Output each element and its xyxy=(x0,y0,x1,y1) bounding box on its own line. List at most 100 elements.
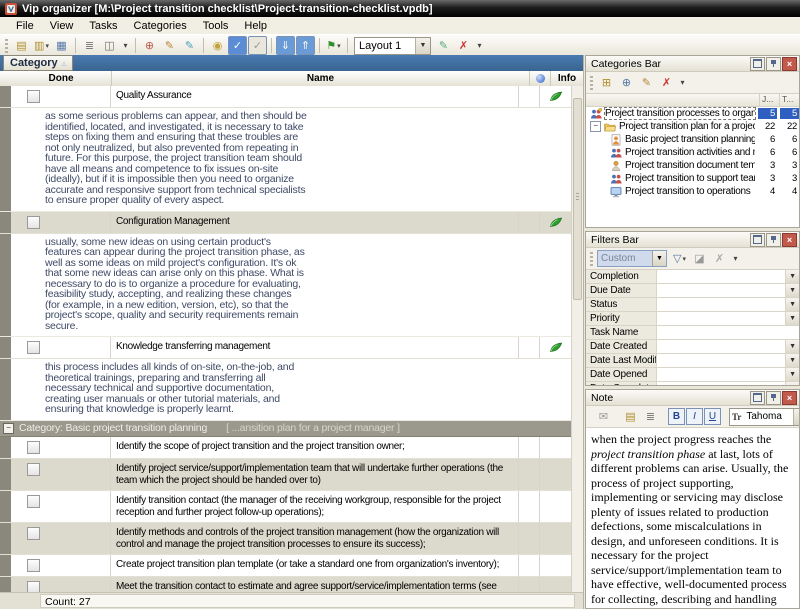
save-file-button[interactable]: ▦ xyxy=(52,36,71,55)
filters-bar-titlebar[interactable]: Filters Bar × xyxy=(586,232,799,248)
menu-view[interactable]: View xyxy=(42,19,82,33)
note-flag-icon[interactable] xyxy=(549,216,563,233)
new-file-button[interactable]: ▤ xyxy=(12,36,31,55)
filter-value-date-opened[interactable] xyxy=(657,368,785,381)
check-task-button[interactable]: ✓ xyxy=(228,36,247,55)
note-close-button[interactable]: × xyxy=(782,391,797,405)
category-tree-item[interactable]: Project transition to support team33 xyxy=(586,172,799,185)
task-checkbox[interactable] xyxy=(27,495,40,508)
note-pin-button[interactable] xyxy=(766,391,781,405)
category-tree-item[interactable]: Project transition to operations44 xyxy=(586,185,799,198)
underline-button[interactable]: U xyxy=(704,408,721,425)
filter-preset-combo[interactable]: Custom ▼ xyxy=(597,250,667,267)
categories-pin-button[interactable] xyxy=(766,57,781,71)
bold-button[interactable]: B xyxy=(668,408,685,425)
task-checkbox[interactable] xyxy=(27,463,40,476)
layout-combo[interactable]: Layout 1▼ xyxy=(354,37,431,55)
new-subcategory-button[interactable]: ⊕ xyxy=(617,73,636,92)
note-flag-icon[interactable] xyxy=(549,90,563,107)
collapse-icon[interactable]: − xyxy=(3,423,14,434)
toolbar-overflow-1[interactable]: ▾ xyxy=(120,36,131,55)
filter-dropdown-due-date[interactable]: ▼ xyxy=(785,284,799,297)
task-row[interactable]: Quality Assurance xyxy=(0,86,572,108)
filter-value-due-date[interactable] xyxy=(657,284,785,297)
task-row[interactable]: Configuration Management xyxy=(0,212,572,234)
task-checkbox[interactable] xyxy=(27,341,40,354)
filter-value-priority[interactable] xyxy=(657,312,785,325)
task-checkbox[interactable] xyxy=(27,527,40,540)
categories-bar-titlebar[interactable]: Categories Bar × xyxy=(586,56,799,72)
task-row[interactable]: Identify project service/support/impleme… xyxy=(0,459,572,491)
category-tree-item[interactable]: Basic project transition planning66 xyxy=(586,133,799,146)
delete-filter-button[interactable]: ✗ xyxy=(710,249,729,268)
category-tree-item[interactable]: Project transition document templates33 xyxy=(586,159,799,172)
categories-position-button[interactable] xyxy=(750,57,765,71)
attach-note-button[interactable]: ✉ xyxy=(594,407,613,426)
task-checkbox[interactable] xyxy=(27,441,40,454)
task-note-row[interactable]: this process includes all kinds of on-si… xyxy=(0,359,572,421)
filters-toolbar-overflow[interactable]: ▾ xyxy=(730,249,741,268)
font-combo[interactable]: Tr Tahoma ▼ xyxy=(729,408,800,426)
print-note-button[interactable]: ≣ xyxy=(641,407,660,426)
delete-category-button[interactable]: ✗ xyxy=(657,73,676,92)
filters-close-button[interactable]: × xyxy=(782,233,797,247)
new-task-button[interactable]: ⊕ xyxy=(140,36,159,55)
new-category-button[interactable]: ⊞ xyxy=(597,73,616,92)
category-group-header[interactable]: −Category: Basic project transition plan… xyxy=(0,421,572,437)
task-row[interactable]: Identify transition contact (the manager… xyxy=(0,491,572,523)
filters-position-button[interactable] xyxy=(750,233,765,247)
menu-file[interactable]: File xyxy=(8,19,42,33)
task-note-row[interactable]: as some serious problems can appear, and… xyxy=(0,108,572,212)
filter-dropdown-status[interactable]: ▼ xyxy=(785,298,799,311)
column-header-name[interactable]: Name xyxy=(112,71,530,86)
filter-dropdown-date-opened[interactable]: ▼ xyxy=(785,368,799,381)
filter-dropdown-date-created[interactable]: ▼ xyxy=(785,340,799,353)
group-by-category-chip[interactable]: Category ▵ xyxy=(3,55,73,71)
task-row[interactable]: Create project transition plan template … xyxy=(0,555,572,577)
task-row[interactable]: Knowledge transferring management xyxy=(0,337,572,359)
category-tree-item[interactable]: −Project transition plan for a project m… xyxy=(586,120,799,133)
categories-column-1[interactable]: J... xyxy=(759,94,779,106)
layout-combo-dropdown-icon[interactable]: ▼ xyxy=(415,38,430,54)
collapse-all-button[interactable]: ⇑ xyxy=(296,36,315,55)
expand-all-button[interactable]: ⇓ xyxy=(276,36,295,55)
uncheck-task-button[interactable]: ✓ xyxy=(248,36,267,55)
categories-toolbar-overflow[interactable]: ▾ xyxy=(677,73,688,92)
filter-dropdown-completion[interactable]: ▼ xyxy=(785,270,799,283)
clear-filter-button[interactable]: ◪ xyxy=(690,249,709,268)
window-titlebar[interactable]: Vip organizer [M:\Project transition che… xyxy=(0,0,800,17)
italic-button[interactable]: I xyxy=(686,408,703,425)
notes-button[interactable]: ⚑▾ xyxy=(324,36,343,55)
task-checkbox[interactable] xyxy=(27,559,40,572)
categories-close-button[interactable]: × xyxy=(782,57,797,71)
filter-value-status[interactable] xyxy=(657,298,785,311)
menu-categories[interactable]: Categories xyxy=(126,19,195,33)
note-editor[interactable]: when the project progress reaches the pr… xyxy=(586,428,799,608)
categories-column-2[interactable]: T... xyxy=(779,94,799,106)
category-tree-item[interactable]: Project transition activities and matter… xyxy=(586,146,799,159)
task-checkbox[interactable] xyxy=(27,90,40,103)
filter-value-date-last-modifi[interactable] xyxy=(657,354,785,367)
edit-task-button[interactable]: ✎ xyxy=(160,36,179,55)
note-position-button[interactable] xyxy=(750,391,765,405)
task-checkbox[interactable] xyxy=(27,216,40,229)
filter-preset-dropdown-icon[interactable]: ▼ xyxy=(652,251,666,266)
print-button[interactable]: ≣ xyxy=(80,36,99,55)
filter-dropdown-priority[interactable]: ▼ xyxy=(785,312,799,325)
note-titlebar[interactable]: Note × xyxy=(586,390,799,406)
grid-scrollbar-thumb[interactable] xyxy=(573,98,582,300)
task-row[interactable]: Identify the scope of project transition… xyxy=(0,437,572,459)
toolbar-overflow-2[interactable]: ▾ xyxy=(474,36,485,55)
filter-value-completion[interactable] xyxy=(657,270,785,283)
note-flag-icon[interactable] xyxy=(549,341,563,358)
menu-help[interactable]: Help xyxy=(236,19,275,33)
menu-tasks[interactable]: Tasks xyxy=(81,19,125,33)
font-combo-dropdown-icon[interactable]: ▼ xyxy=(793,409,800,425)
filters-pin-button[interactable] xyxy=(766,233,781,247)
grid-vertical-scrollbar[interactable] xyxy=(571,86,583,593)
hide-completed-button[interactable]: ◉ xyxy=(208,36,227,55)
tree-collapse-icon[interactable]: − xyxy=(590,121,601,132)
new-note-button[interactable]: ▤ xyxy=(621,407,640,426)
edit-layout-button[interactable]: ✎ xyxy=(434,36,453,55)
filter-dropdown-date-last-modifi[interactable]: ▼ xyxy=(785,354,799,367)
